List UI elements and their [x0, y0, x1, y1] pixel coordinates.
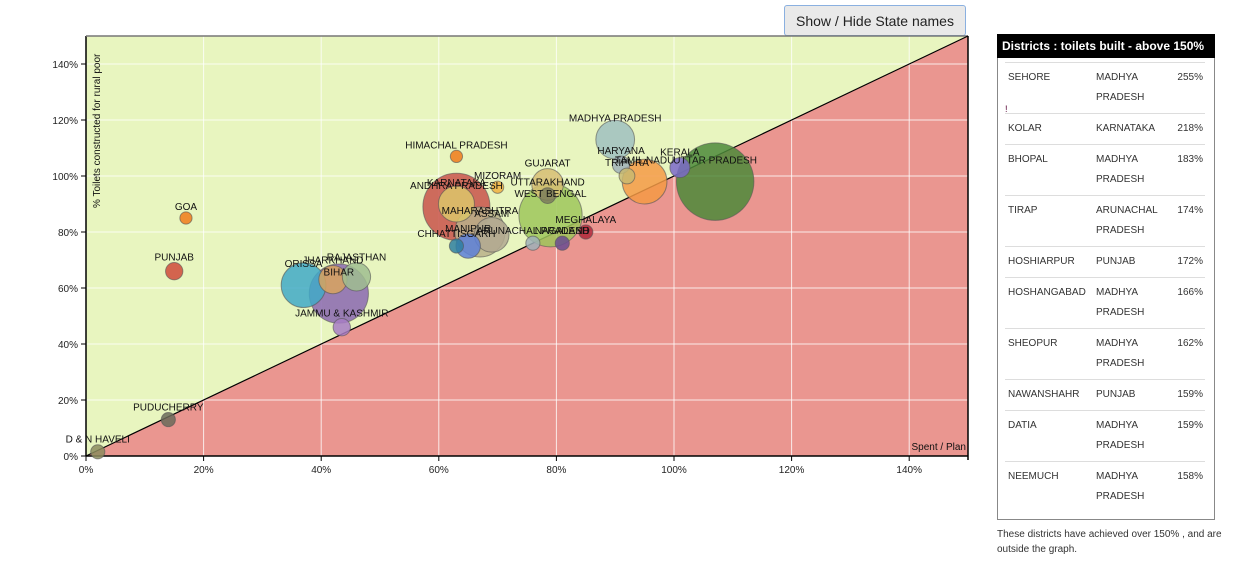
districts-table: SEHORE MADHYA PRADESH 255% KOLAR KARNATAKA 21… [1005, 62, 1205, 512]
bubble-label: ASSAM [474, 209, 509, 220]
x-tick-label: 80% [546, 465, 566, 476]
district-row: NEEMUCH MADHYA PRADESH 158% [1005, 461, 1205, 512]
district-pct: 174% [1174, 195, 1205, 247]
district-state: ARUNACHAL PRADESH [1093, 195, 1174, 247]
x-axis-title: Spent / Plan [912, 442, 966, 453]
district-state: PUNJAB [1093, 246, 1174, 278]
district-row: NAWANSHAHR PUNJAB 159% [1005, 379, 1205, 411]
bubble-label: BIHAR [324, 268, 355, 279]
district-district: HOSHIARPUR [1005, 246, 1093, 278]
y-tick-label: 140% [52, 60, 78, 71]
bubble-punjab [165, 262, 184, 281]
bubble-jammu-kashmir [332, 318, 351, 337]
district-row: DATIA MADHYA PRADESH 159% [1005, 410, 1205, 462]
districts-above-150-panel: Districts : toilets built - above 150% S… [997, 34, 1215, 520]
district-row: HOSHIARPUR PUNJAB 172% [1005, 246, 1205, 278]
panel-title: Districts : toilets built - above 150% [997, 34, 1215, 58]
y-tick-label: 60% [58, 284, 78, 295]
district-district: NAWANSHAHR [1005, 379, 1093, 411]
bubble-label: GOA [175, 202, 198, 213]
district-district: NEEMUCH [1005, 461, 1093, 512]
district-state: KARNATAKA [1093, 113, 1174, 145]
district-pct: 159% [1174, 379, 1205, 411]
bubble-label: NAGALAND [535, 226, 590, 237]
bubble-label: TRIPURA [605, 158, 649, 169]
district-state: MADHYA PRADESH [1093, 328, 1174, 380]
district-state: PUNJAB [1093, 379, 1174, 411]
x-tick-label: 100% [661, 465, 687, 476]
district-pct: 166% [1174, 277, 1205, 329]
bubble-label: PUNJAB [154, 253, 194, 264]
district-row: HOSHANGABAD MADHYA PRADESH 166% [1005, 277, 1205, 329]
y-tick-label: 80% [58, 228, 78, 239]
district-state: MADHYA PRADESH [1093, 144, 1174, 196]
bubble-label: PUDUCHERRY [133, 403, 204, 414]
x-tick-label: 20% [194, 465, 214, 476]
bubble-label: MEGHALAYA [555, 215, 616, 226]
bubble-label: UTTARAKHAND [510, 178, 584, 189]
district-row: SEHORE MADHYA PRADESH 255% [1005, 62, 1205, 114]
y-tick-label: 100% [52, 172, 78, 183]
bubble-d-n-haveli [90, 444, 106, 460]
district-pct: 162% [1174, 328, 1205, 380]
x-tick-label: 140% [896, 465, 922, 476]
bubble-label: GUJARAT [525, 159, 571, 170]
bubble-himachal-pradesh [449, 149, 464, 164]
bubble-label: JAMMU & KASHMIR [295, 309, 388, 320]
bubble-label: HIMACHAL PRADESH [405, 140, 507, 151]
district-state: MADHYA PRADESH [1093, 410, 1174, 462]
y-tick-label: 40% [58, 340, 78, 351]
district-row: SHEOPUR MADHYA PRADESH 162% [1005, 328, 1205, 380]
bubble-label: RAJASTHAN [327, 253, 386, 264]
district-district: SHEOPUR [1005, 328, 1093, 380]
district-row: TIRAP ARUNACHAL PRADESH 174% [1005, 195, 1205, 247]
district-district: TIRAP [1005, 195, 1093, 247]
district-row: KOLAR KARNATAKA 218% [1005, 113, 1205, 145]
district-pct: 183% [1174, 144, 1205, 196]
y-axis-title: % Toilets constructed for rural poor [92, 53, 103, 208]
bubble-label: D & N HAVELI [66, 435, 130, 446]
y-tick-label: 20% [58, 396, 78, 407]
bubble-tripura [618, 167, 636, 185]
x-tick-label: 40% [311, 465, 331, 476]
panel-note: These districts have achieved over 150% … [997, 529, 1222, 555]
bubble-label: MADHYA PRADESH [569, 114, 662, 125]
district-state: MADHYA PRADESH [1093, 277, 1174, 329]
district-pct: 218% [1174, 113, 1205, 145]
bubble-nagaland [554, 235, 570, 251]
district-pct: 172% [1174, 246, 1205, 278]
district-pct: 158% [1174, 461, 1205, 512]
y-tick-label: 120% [52, 116, 78, 127]
bubble-goa [179, 211, 193, 225]
district-state: MADHYA PRADESH [1093, 461, 1174, 512]
bubble-arunachal-pradesh [525, 235, 541, 251]
x-tick-label: 60% [429, 465, 449, 476]
bubble-label: UTTAR PRADESH [673, 156, 757, 167]
x-tick-label: 0% [79, 465, 94, 476]
bubble-puducherry [160, 412, 176, 428]
district-district: SEHORE [1005, 62, 1093, 114]
district-district: BHOPAL [1005, 144, 1093, 196]
district-pct: 159% [1174, 410, 1205, 462]
district-district: DATIA [1005, 410, 1093, 462]
district-district: KOLAR [1005, 113, 1093, 145]
district-district: HOSHANGABAD [1005, 277, 1093, 329]
bubble-chhattisgarh [448, 238, 465, 254]
district-pct: 255% [1174, 62, 1205, 114]
bubble-chart: 0% 20% 40% 60% 80% 100% 120% 140% 0% 20% 40% 60% 80%… [52, 35, 969, 476]
stray-mark: ! [1005, 104, 1008, 114]
district-state: MADHYA PRADESH [1093, 62, 1174, 114]
district-row: BHOPAL MADHYA PRADESH 183% [1005, 144, 1205, 196]
y-tick-label: 0% [64, 452, 79, 463]
bubble-label: WEST BENGAL [514, 189, 586, 200]
x-tick-label: 120% [779, 465, 805, 476]
